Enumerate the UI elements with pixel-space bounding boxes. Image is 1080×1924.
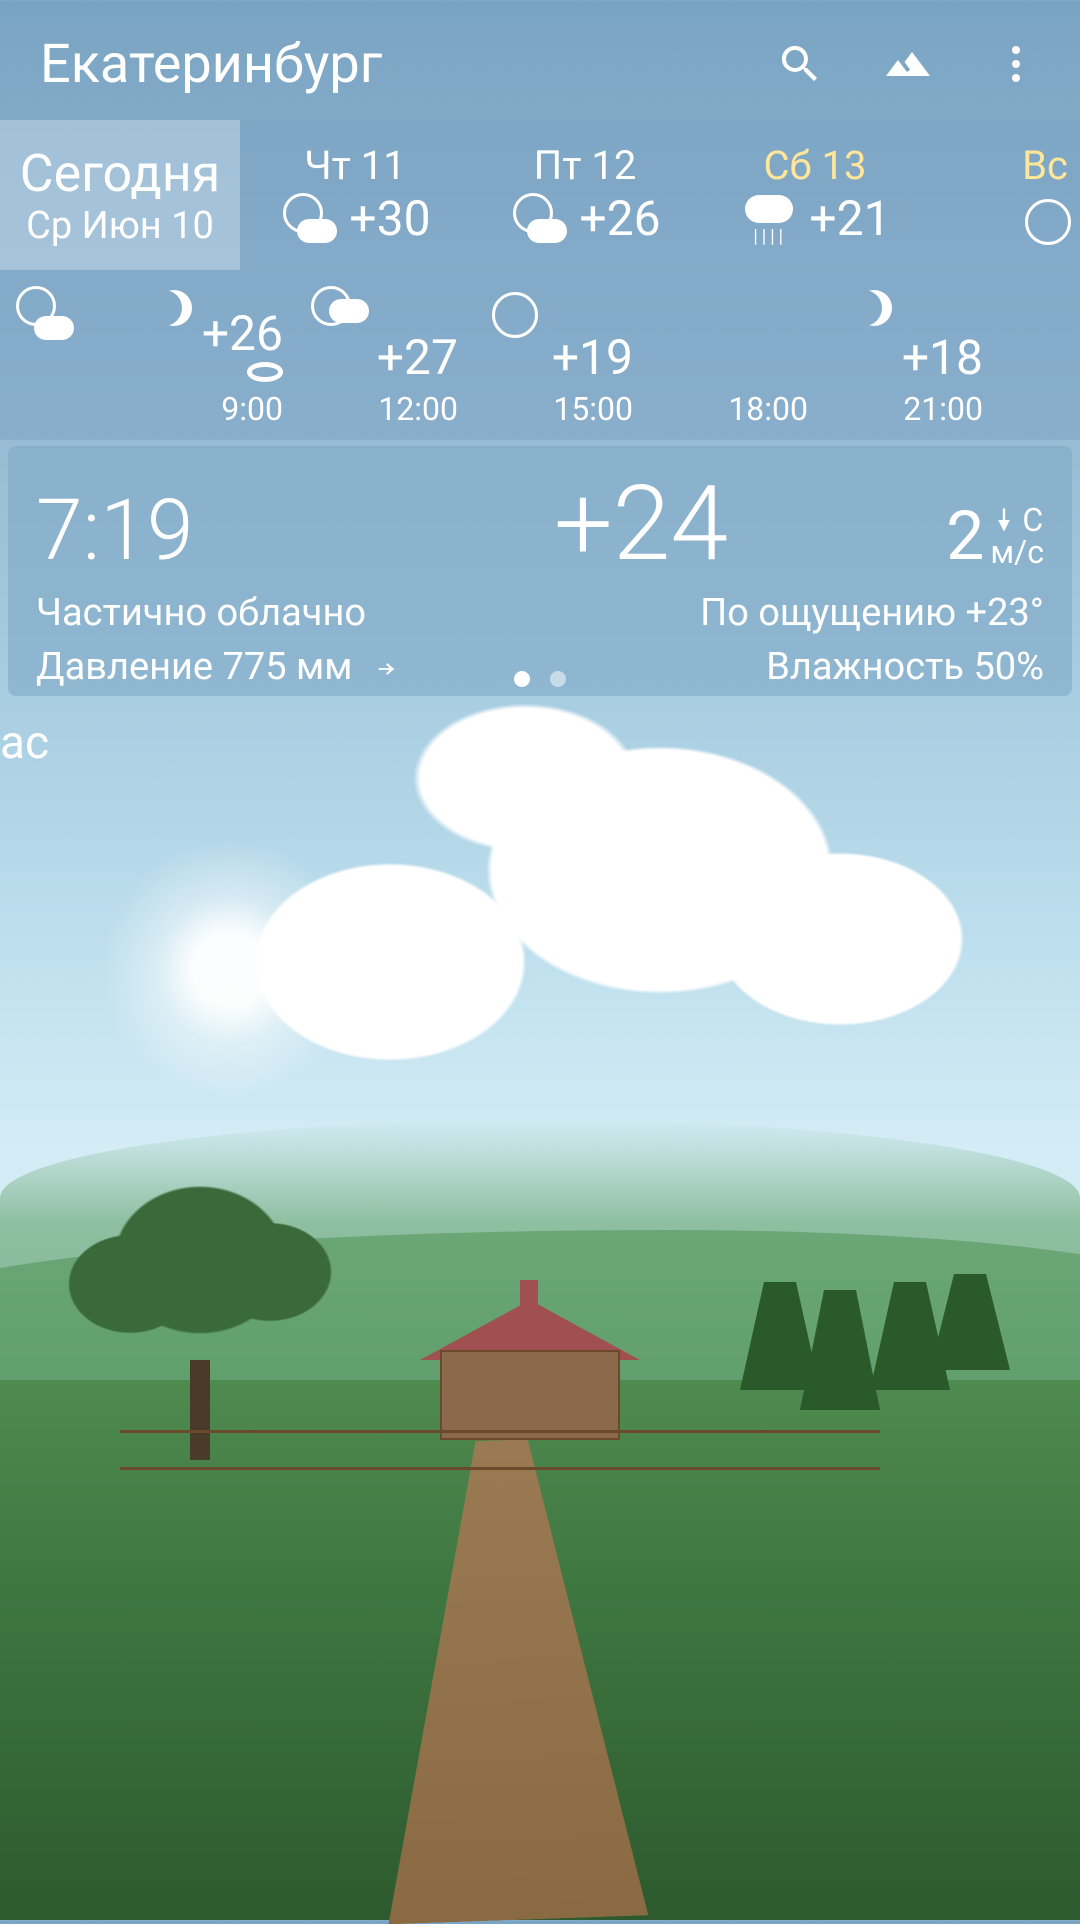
hour-card[interactable]: 18:00 bbox=[645, 278, 820, 432]
day-date: Ср Июн 10 bbox=[26, 204, 214, 248]
feels-like: По ощущению +23° bbox=[700, 591, 1044, 635]
daily-forecast-row[interactable]: СегодняСр Июн 10Чт 11+30Пт 12+26Сб 13+21… bbox=[0, 120, 1080, 270]
header-actions bbox=[776, 40, 1040, 88]
day-temp: +26 bbox=[579, 190, 660, 247]
hour-temp: +18 bbox=[902, 329, 983, 386]
moon-icon bbox=[132, 282, 196, 305]
hour-card[interactable]: +18 21:00 bbox=[820, 278, 995, 432]
hour-card[interactable]: +26 9:00 bbox=[120, 278, 295, 432]
day-label: Вс bbox=[1022, 142, 1068, 189]
day-temp: +30 bbox=[349, 190, 430, 247]
hour-card[interactable] bbox=[0, 278, 120, 432]
moon-icon bbox=[832, 282, 896, 329]
hour-card[interactable]: +27 12:00 bbox=[295, 278, 470, 432]
hour-card[interactable]: 24:00 bbox=[995, 278, 1080, 432]
sun-cloud-icon bbox=[279, 189, 339, 249]
current-temp: +24 bbox=[336, 464, 946, 585]
hour-temp: +26 bbox=[202, 305, 283, 362]
hour-card[interactable]: +19 15:00 bbox=[470, 278, 645, 432]
hour-time: 15:00 bbox=[553, 390, 633, 428]
hour-temp: +27 bbox=[377, 329, 458, 386]
current-weather-card[interactable]: 7:19 +24 2 С м/с Частично облачно Давлен… bbox=[8, 446, 1072, 696]
hour-time: 9:00 bbox=[221, 390, 283, 428]
sun-icon bbox=[482, 282, 546, 329]
day-label: Чт 11 bbox=[304, 142, 406, 189]
wind-unit: м/с bbox=[990, 536, 1044, 568]
rain-icon bbox=[739, 189, 799, 249]
landscape-icon[interactable] bbox=[884, 40, 932, 88]
day-card[interactable]: Сб 13+21 bbox=[700, 120, 930, 270]
pager-dot[interactable] bbox=[550, 671, 566, 687]
sun-cloud-icon bbox=[307, 282, 371, 329]
app-header: Екатеринбург bbox=[0, 0, 1080, 120]
hour-time: 21:00 bbox=[903, 390, 983, 428]
current-time: 7:19 bbox=[36, 481, 336, 580]
hour-temp: +19 bbox=[552, 329, 633, 386]
more-icon[interactable] bbox=[992, 40, 1040, 88]
day-card[interactable]: СегодняСр Июн 10 bbox=[0, 120, 240, 270]
day-card[interactable]: Чт 11+30 bbox=[240, 120, 470, 270]
city-name[interactable]: Екатеринбург bbox=[40, 33, 382, 96]
day-card[interactable]: Вс bbox=[930, 120, 1080, 270]
hourly-forecast-row[interactable]: +26 9:00 +27 12:00 +19 15:00 18:00 +18 21:00 24:0… bbox=[0, 270, 1080, 440]
sun-cloud-icon bbox=[509, 189, 569, 249]
hour-time: 18:00 bbox=[728, 390, 808, 428]
current-wind: 2 С м/с bbox=[946, 496, 1044, 576]
day-label: Сб 13 bbox=[763, 142, 866, 189]
sun-icon bbox=[1015, 189, 1075, 249]
now-indicator-icon bbox=[247, 362, 283, 382]
search-icon[interactable] bbox=[776, 40, 824, 88]
current-condition: Частично облачно bbox=[36, 591, 402, 635]
sun-cloud-icon bbox=[12, 282, 76, 346]
wind-direction-icon bbox=[990, 506, 1018, 534]
card-pager[interactable] bbox=[36, 671, 1044, 687]
pager-dot[interactable] bbox=[514, 671, 530, 687]
hour-time: 12:00 bbox=[378, 390, 458, 428]
wind-speed: 2 bbox=[946, 496, 984, 576]
wind-direction: С bbox=[1022, 504, 1043, 536]
partial-label: ас bbox=[0, 696, 1080, 770]
day-label: Пт 12 bbox=[534, 142, 637, 189]
day-card[interactable]: Пт 12+26 bbox=[470, 120, 700, 270]
day-temp: +21 bbox=[809, 190, 890, 247]
day-label: Сегодня bbox=[20, 143, 220, 204]
